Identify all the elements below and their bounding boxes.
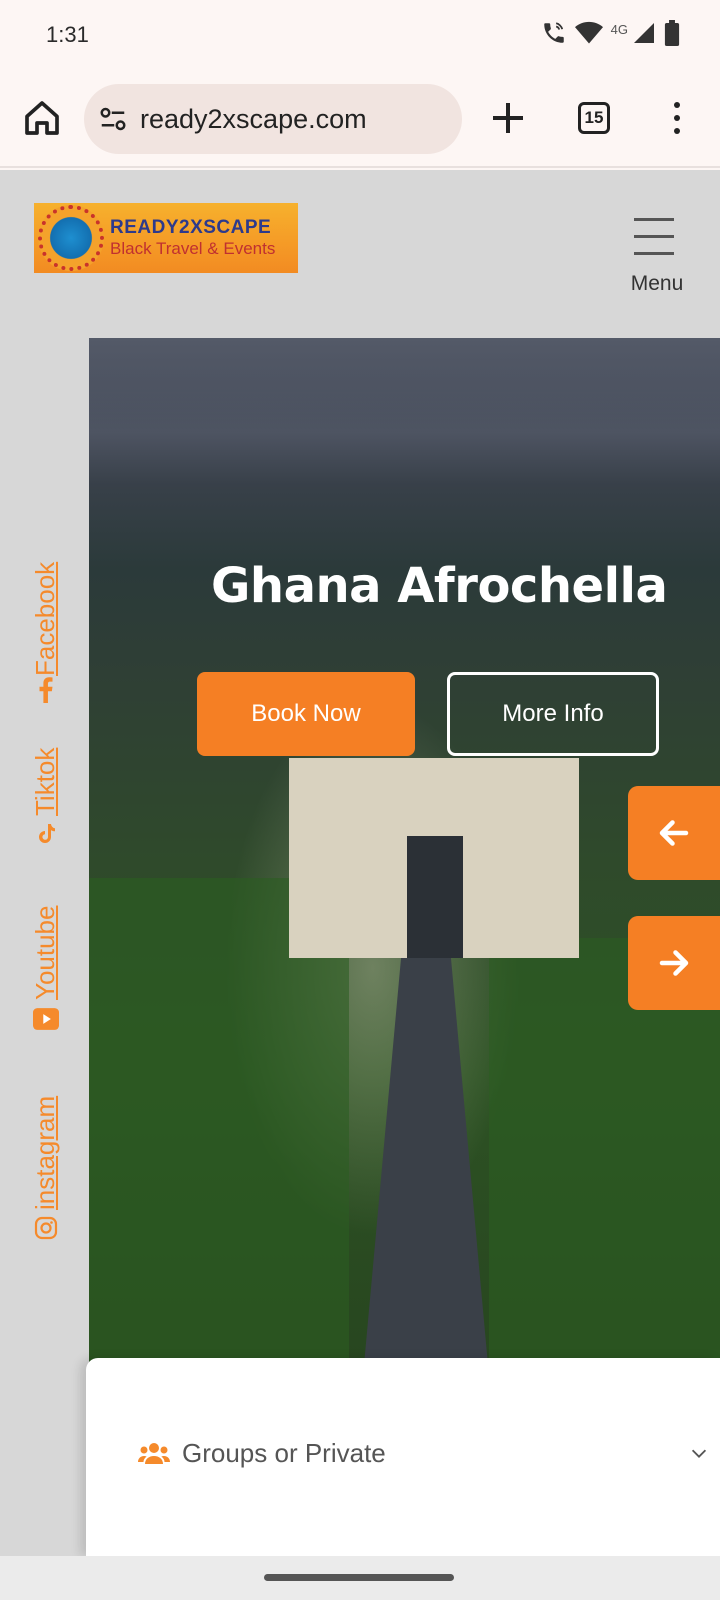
chevron-down-icon <box>691 1449 707 1458</box>
hamburger-icon <box>634 218 674 269</box>
tab-count: 15 <box>584 108 604 127</box>
browser-toolbar: ready2xscape.com 15 <box>0 72 720 168</box>
group-type-label: Groups or Private <box>182 1437 386 1468</box>
status-icons: 4G <box>541 20 680 46</box>
web-page: READY2XSCAPE Black Travel & Events Menu … <box>0 170 720 1556</box>
book-now-button[interactable]: Book Now <box>197 672 415 756</box>
home-icon[interactable] <box>22 98 62 138</box>
wifi-calling-icon <box>543 22 564 43</box>
address-bar[interactable]: ready2xscape.com <box>84 84 462 154</box>
tab-switcher-button[interactable]: 15 <box>578 102 610 134</box>
booking-card: Groups or Private <box>86 1358 720 1556</box>
site-settings-icon[interactable] <box>98 104 128 134</box>
facebook-icon <box>39 677 52 703</box>
social-label-instagram: instagram <box>30 1095 60 1210</box>
tiktok-icon <box>38 824 55 843</box>
social-label-youtube: Youtube <box>30 905 60 1000</box>
arrow-left-icon <box>659 820 689 846</box>
group-type-select[interactable]: Groups or Private <box>138 1428 710 1478</box>
url-text: ready2xscape.com <box>140 103 367 134</box>
network-label: 4G <box>610 21 628 37</box>
signal-icon <box>634 23 654 43</box>
wifi-icon <box>574 21 603 44</box>
arrow-right-icon <box>659 950 689 976</box>
more-info-button[interactable]: More Info <box>447 672 659 756</box>
slider-prev-button[interactable] <box>628 786 720 880</box>
menu-label: Menu <box>630 272 684 295</box>
site-logo[interactable]: READY2XSCAPE Black Travel & Events <box>34 203 298 273</box>
social-link-youtube[interactable]: Youtube <box>30 906 61 1032</box>
status-bar: 1:31 4G <box>0 0 720 72</box>
youtube-icon <box>32 1008 59 1030</box>
menu-button[interactable]: Menu <box>620 214 688 304</box>
logo-subtitle: Black Travel & Events <box>110 239 276 258</box>
social-label-facebook: Facebook <box>30 561 60 676</box>
status-time: 1:31 <box>46 22 89 47</box>
hero-slider: Ghana Afrochella Book Now More Info <box>89 338 720 1388</box>
logo-title: READY2XSCAPE <box>110 217 272 238</box>
hero-title: Ghana Afrochella <box>211 558 668 614</box>
new-tab-icon[interactable] <box>488 98 528 138</box>
social-link-facebook[interactable]: Facebook <box>30 561 61 703</box>
battery-icon <box>664 20 680 46</box>
social-label-tiktok: Tiktok <box>30 747 60 816</box>
social-link-tiktok[interactable]: Tiktok <box>30 748 61 846</box>
hero-sky <box>89 338 720 448</box>
home-gesture-handle[interactable] <box>264 1574 454 1581</box>
overflow-menu-icon[interactable] <box>662 98 692 138</box>
slider-next-button[interactable] <box>628 916 720 1010</box>
users-icon <box>138 1443 170 1464</box>
logo-emblem-icon <box>38 205 104 271</box>
instagram-icon <box>34 1216 57 1240</box>
social-link-instagram[interactable]: instagram <box>30 1096 61 1240</box>
system-nav-bar <box>0 1556 720 1600</box>
hero-arch-door <box>407 836 463 958</box>
